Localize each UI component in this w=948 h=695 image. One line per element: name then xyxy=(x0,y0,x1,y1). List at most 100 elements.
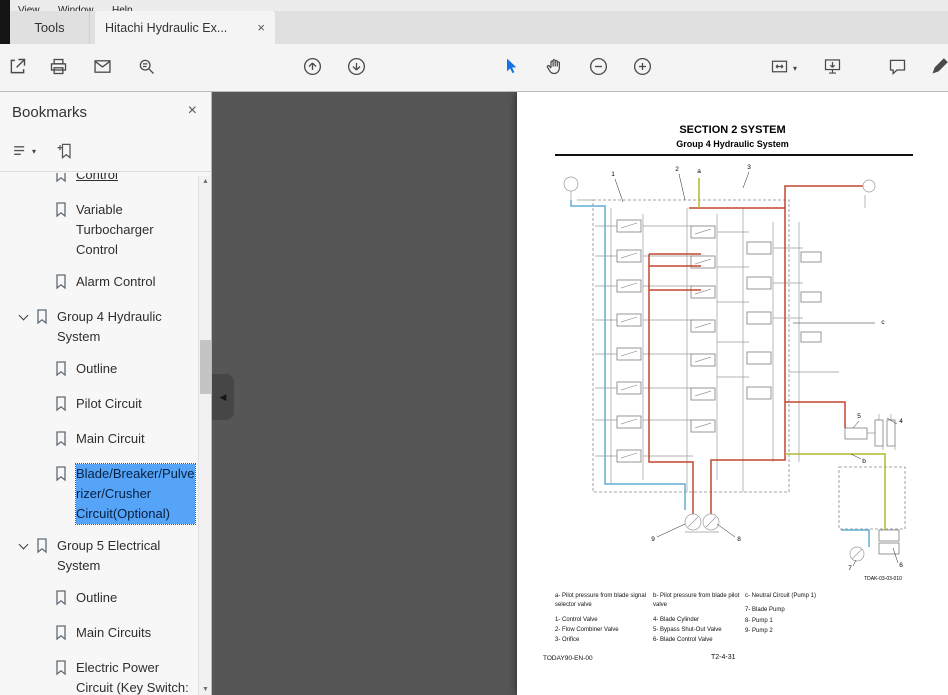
legend-entry: 3- Orifice xyxy=(555,636,647,645)
legend-entry: 5- Bypass Shut-Out Valve xyxy=(653,626,741,635)
legend-column-3: c- Neutral Circuit (Pump 1) 7- Blade Pum… xyxy=(745,592,845,637)
hand-icon xyxy=(544,56,565,80)
chevron-expanded-icon[interactable] xyxy=(19,311,29,321)
diagram-label-1: 1 xyxy=(611,171,615,178)
bookmark-label: Control xyxy=(76,173,118,185)
legend-entry: 9- Pump 2 xyxy=(745,627,845,636)
hydraulic-circuit-diagram: 1 2 a 3 c 5 4 b 9 8 7 6 TDAK-03-03-010 xyxy=(553,162,913,584)
select-tool-button[interactable] xyxy=(497,55,523,81)
fit-width-icon xyxy=(769,56,790,80)
bookmark-label: Alarm Control xyxy=(76,272,155,292)
scrollbar-thumb[interactable] xyxy=(200,340,211,394)
tab-document-label: Hitachi Hydraulic Ex... xyxy=(105,21,227,35)
legend-entry: 1- Control Valve xyxy=(555,616,647,625)
legend-column-1: a- Pilot pressure from blade signal sele… xyxy=(555,592,647,646)
figure-code: TDAK-03-03-010 xyxy=(864,576,902,582)
bookmark-icon xyxy=(54,431,70,452)
bookmarks-panel: Bookmarks × ▾ Control Variable Turbochar… xyxy=(0,92,212,695)
legend-entry: 4- Blade Cylinder xyxy=(653,616,741,625)
bookmark-icon xyxy=(35,309,51,330)
window-corner xyxy=(0,0,10,44)
tab-document[interactable]: Hitachi Hydraulic Ex... × xyxy=(95,11,275,44)
fit-options-caret-icon[interactable]: ▾ xyxy=(793,64,797,73)
tab-bar: Tools Hitachi Hydraulic Ex... × xyxy=(0,11,948,44)
bookmark-item[interactable]: Pilot Circuit xyxy=(0,388,199,423)
pointer-icon xyxy=(500,56,521,80)
comment-button[interactable] xyxy=(884,55,910,81)
legend-column-2: b- Pilot pressure from blade pilot valve… xyxy=(653,592,741,646)
title-rule xyxy=(555,154,913,156)
diagram-label-9: 9 xyxy=(651,536,655,543)
diagram-label-6: 6 xyxy=(899,562,903,569)
diagram-label-8: 8 xyxy=(737,536,741,543)
zoom-in-button[interactable] xyxy=(629,55,655,81)
bookmark-icon xyxy=(54,396,70,417)
diagram-label-7: 7 xyxy=(848,565,852,572)
diagram-label-c: c xyxy=(881,319,885,326)
fit-width-button[interactable] xyxy=(766,55,792,81)
bookmark-group[interactable]: Group 4 Hydraulic System xyxy=(0,301,199,353)
export-share-button[interactable] xyxy=(4,55,30,81)
tab-tools[interactable]: Tools xyxy=(10,11,90,44)
legend-entry: c- Neutral Circuit (Pump 1) xyxy=(745,592,845,601)
bookmark-label: Main Circuits xyxy=(76,623,151,643)
arrow-down-circle-icon xyxy=(346,56,367,80)
plus-circle-icon xyxy=(632,56,653,80)
hand-tool-button[interactable] xyxy=(541,55,567,81)
close-panel-icon[interactable]: × xyxy=(188,102,197,120)
zoom-out-button[interactable] xyxy=(585,55,611,81)
bookmark-icon xyxy=(54,660,70,681)
diagram-label-2: 2 xyxy=(675,166,679,173)
bookmark-item[interactable]: Electric Power Circuit (Key Switch: OFF) xyxy=(0,652,199,695)
collapse-left-icon: ◀ xyxy=(220,392,227,403)
diagram-label-4: 4 xyxy=(899,418,903,425)
bookmark-group[interactable]: Group 5 Electrical System xyxy=(0,530,199,582)
bookmark-item[interactable]: Variable Turbocharger Control xyxy=(0,194,199,266)
bookmark-label: Outline xyxy=(76,359,117,379)
chevron-down-icon: ▾ xyxy=(32,147,36,156)
bookmark-item[interactable]: Main Circuits xyxy=(0,617,199,652)
next-page-button[interactable] xyxy=(343,55,369,81)
bookmark-label: Group 4 Hydraulic System xyxy=(57,307,195,347)
reading-mode-button[interactable] xyxy=(819,55,845,81)
bookmark-options-button[interactable]: ▾ xyxy=(6,138,40,164)
pen-icon xyxy=(929,56,948,80)
sidebar-scrollbar[interactable]: ▲ ▼ xyxy=(198,176,211,695)
scroll-up-icon[interactable]: ▲ xyxy=(199,178,212,185)
bookmark-icon xyxy=(54,173,70,188)
bookmark-icon xyxy=(54,625,70,646)
new-bookmark-button[interactable] xyxy=(48,138,82,164)
minus-circle-icon xyxy=(588,56,609,80)
search-button[interactable] xyxy=(133,55,159,81)
previous-page-button[interactable] xyxy=(299,55,325,81)
bookmark-label: Electric Power Circuit (Key Switch: OFF) xyxy=(76,658,195,695)
bookmark-item[interactable]: Outline xyxy=(0,582,199,617)
bookmark-item[interactable]: Alarm Control xyxy=(0,266,199,301)
print-button[interactable] xyxy=(45,55,71,81)
page-code: T2-4-31 xyxy=(711,654,736,661)
diagram-label-a: a xyxy=(697,168,701,175)
bookmarks-header: Bookmarks × xyxy=(0,92,211,132)
tab-tools-label: Tools xyxy=(34,20,64,35)
close-tab-icon[interactable]: × xyxy=(257,20,265,35)
bookmark-item-selected[interactable]: Blade/Breaker/Pulverizer/Crusher Circuit… xyxy=(0,458,199,530)
legend-entry: 8- Pump 1 xyxy=(745,617,845,626)
bookmark-icon xyxy=(54,274,70,295)
bookmark-icon xyxy=(54,202,70,223)
bookmark-item[interactable]: Control xyxy=(0,173,199,194)
collapse-panel-handle[interactable]: ◀ xyxy=(212,374,234,420)
divider xyxy=(0,171,211,172)
bookmark-item[interactable]: Main Circuit xyxy=(0,423,199,458)
legend-entry: a- Pilot pressure from blade signal sele… xyxy=(555,592,647,611)
email-button[interactable] xyxy=(89,55,115,81)
chevron-expanded-icon[interactable] xyxy=(19,540,29,550)
share-icon xyxy=(7,56,28,80)
scroll-down-icon[interactable]: ▼ xyxy=(199,686,212,693)
bookmark-list: Control Variable Turbocharger Control Al… xyxy=(0,173,199,695)
acrobat-window: View Window Help Tools Hitachi Hydraulic… xyxy=(0,0,948,695)
bookmark-item[interactable]: Outline xyxy=(0,353,199,388)
search-icon xyxy=(136,56,157,80)
diagram-label-3: 3 xyxy=(747,164,751,171)
edit-pen-button[interactable] xyxy=(926,55,948,81)
diagram-label-b: b xyxy=(862,458,866,465)
